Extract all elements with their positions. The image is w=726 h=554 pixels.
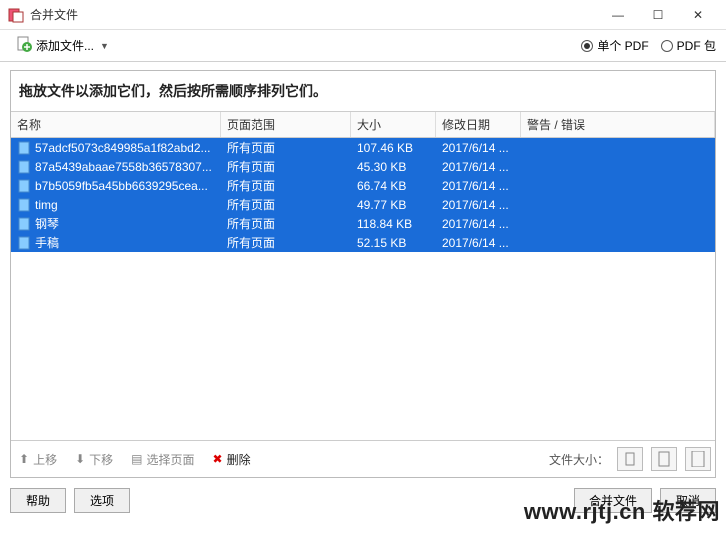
file-size: 49.77 KB xyxy=(351,197,436,213)
hint-text: 拖放文件以添加它们，然后按所需顺序排列它们。 xyxy=(11,71,715,111)
file-icon xyxy=(17,141,31,155)
move-down-button[interactable]: ⬇ 下移 xyxy=(71,449,117,470)
arrow-up-icon: ⬆ xyxy=(19,452,29,466)
table-row[interactable]: b7b5059fb5a45bb6639295cea... 所有页面66.74 KB… xyxy=(11,176,715,195)
file-warn xyxy=(521,242,715,244)
size-medium-button[interactable] xyxy=(651,447,677,471)
page-range: 所有页面 xyxy=(221,214,351,233)
window-title: 合并文件 xyxy=(30,6,598,23)
file-warn xyxy=(521,223,715,225)
titlebar: 合并文件 — ☐ ✕ xyxy=(0,0,726,30)
table-row[interactable]: timg 所有页面49.77 KB2017/6/14 ... xyxy=(11,195,715,214)
table-row[interactable]: 57adcf5073c849985a1f82abd2... 所有页面107.46 … xyxy=(11,138,715,157)
bottom-bar: 帮助 选项 合并文件 取消 xyxy=(0,478,726,523)
delete-button[interactable]: ✖ 删除 xyxy=(209,449,255,470)
maximize-button[interactable]: ☐ xyxy=(638,1,678,29)
minimize-button[interactable]: — xyxy=(598,1,638,29)
file-date: 2017/6/14 ... xyxy=(436,216,521,232)
page-range: 所有页面 xyxy=(221,138,351,157)
help-button[interactable]: 帮助 xyxy=(10,488,66,513)
file-date: 2017/6/14 ... xyxy=(436,235,521,251)
page-range: 所有页面 xyxy=(221,176,351,195)
delete-icon: ✖ xyxy=(213,452,223,466)
file-size: 118.84 KB xyxy=(351,216,436,232)
col-range[interactable]: 页面范围 xyxy=(221,112,351,137)
filesize-label: 文件大小： xyxy=(549,451,609,468)
add-file-icon xyxy=(16,36,32,55)
cancel-button[interactable]: 取消 xyxy=(660,488,716,513)
file-warn xyxy=(521,204,715,206)
options-button[interactable]: 选项 xyxy=(74,488,130,513)
page-range: 所有页面 xyxy=(221,233,351,252)
radio-pdf-package[interactable]: PDF 包 xyxy=(661,37,716,54)
select-pages-button[interactable]: ▤ 选择页面 xyxy=(127,449,198,470)
add-files-label: 添加文件... xyxy=(36,37,94,54)
toolbar: 添加文件... ▼ 单个 PDF PDF 包 xyxy=(0,30,726,62)
file-name: timg xyxy=(35,198,58,212)
add-files-button[interactable]: 添加文件... ▼ xyxy=(10,34,115,57)
radio-icon xyxy=(661,40,673,52)
col-warn[interactable]: 警告 / 错误 xyxy=(521,112,715,137)
merge-button[interactable]: 合并文件 xyxy=(574,488,652,513)
file-warn xyxy=(521,147,715,149)
table-row[interactable]: 手稿 所有页面52.15 KB2017/6/14 ... xyxy=(11,233,715,252)
app-icon xyxy=(8,7,24,23)
size-large-button[interactable] xyxy=(685,447,711,471)
file-icon xyxy=(17,179,31,193)
file-date: 2017/6/14 ... xyxy=(436,178,521,194)
file-size: 107.46 KB xyxy=(351,140,436,156)
chevron-down-icon: ▼ xyxy=(100,41,109,51)
file-name: 手稿 xyxy=(35,234,59,251)
file-warn xyxy=(521,185,715,187)
file-size: 45.30 KB xyxy=(351,159,436,175)
page-range: 所有页面 xyxy=(221,157,351,176)
table-header: 名称 页面范围 大小 修改日期 警告 / 错误 xyxy=(11,111,715,138)
file-name: 57adcf5073c849985a1f82abd2... xyxy=(35,141,211,155)
table-body[interactable]: 57adcf5073c849985a1f82abd2...所有页面107.46 … xyxy=(11,138,715,440)
action-bar: ⬆ 上移 ⬇ 下移 ▤ 选择页面 ✖ 删除 文件大小： xyxy=(11,440,715,477)
file-list-frame: 拖放文件以添加它们，然后按所需顺序排列它们。 名称 页面范围 大小 修改日期 警… xyxy=(10,70,716,478)
file-date: 2017/6/14 ... xyxy=(436,197,521,213)
file-size: 66.74 KB xyxy=(351,178,436,194)
file-warn xyxy=(521,166,715,168)
page-range: 所有页面 xyxy=(221,195,351,214)
size-small-button[interactable] xyxy=(617,447,643,471)
file-date: 2017/6/14 ... xyxy=(436,159,521,175)
file-date: 2017/6/14 ... xyxy=(436,140,521,156)
move-up-button[interactable]: ⬆ 上移 xyxy=(15,449,61,470)
table-row[interactable]: 87a5439abaae7558b36578307... 所有页面45.30 KB… xyxy=(11,157,715,176)
col-date[interactable]: 修改日期 xyxy=(436,112,521,137)
radio-single-pdf[interactable]: 单个 PDF xyxy=(581,37,648,54)
file-name: 钢琴 xyxy=(35,215,59,232)
file-icon xyxy=(17,236,31,250)
file-name: b7b5059fb5a45bb6639295cea... xyxy=(35,179,208,193)
file-icon xyxy=(17,198,31,212)
col-name[interactable]: 名称 xyxy=(11,112,221,137)
pages-icon: ▤ xyxy=(131,452,142,466)
radio-icon xyxy=(581,40,593,52)
table-row[interactable]: 钢琴 所有页面118.84 KB2017/6/14 ... xyxy=(11,214,715,233)
col-size[interactable]: 大小 xyxy=(351,112,436,137)
file-icon xyxy=(17,217,31,231)
file-icon xyxy=(17,160,31,174)
file-name: 87a5439abaae7558b36578307... xyxy=(35,160,212,174)
close-button[interactable]: ✕ xyxy=(678,1,718,29)
file-size: 52.15 KB xyxy=(351,235,436,251)
arrow-down-icon: ⬇ xyxy=(75,452,85,466)
